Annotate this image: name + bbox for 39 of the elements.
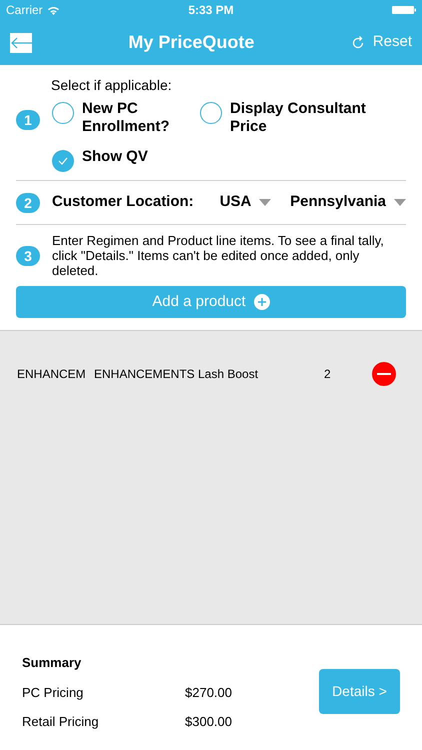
add-product-button[interactable]: Add a product [16, 286, 406, 318]
price-label: PC Pricing [22, 684, 84, 702]
checked-checkbox[interactable] [52, 150, 74, 172]
carrier-label: Carrier [6, 2, 43, 19]
step-number: 3 [16, 246, 40, 266]
checkbox[interactable] [52, 102, 74, 124]
battery-icon [392, 5, 416, 15]
price-label: Retail Pricing [22, 713, 100, 731]
checkmark-icon [58, 157, 68, 165]
refresh-icon [350, 36, 365, 50]
screen-title: My PriceQuote [127, 31, 256, 54]
back-button[interactable] [10, 32, 32, 52]
product-name: ENHANCEMENTS Lash Boost [94, 366, 260, 383]
quantity: 2 [324, 366, 332, 383]
location-label: Customer Location: [52, 192, 195, 212]
section-heading: Select if applicable: [50, 76, 173, 95]
country-dropdown[interactable]: USA [220, 191, 278, 214]
step-number: 2 [16, 192, 40, 212]
option-label: New PC Enrollment? [82, 100, 171, 136]
caret-icon [259, 199, 272, 206]
step-number: 1 [16, 110, 40, 130]
table-cell-text: ENHANCEM [17, 366, 87, 383]
caret-icon [394, 199, 406, 206]
summary-title: Summary [22, 654, 82, 672]
details-button[interactable]: Details > [319, 669, 400, 714]
plus-circle-icon [254, 294, 270, 310]
reset-button[interactable]: Reset [350, 31, 412, 54]
clock-time: 5:33 PM [188, 2, 234, 19]
option-label: Show QV [82, 148, 149, 166]
wifi-icon [46, 5, 60, 15]
back-arrow-icon [10, 36, 32, 48]
minus-icon [377, 373, 391, 375]
price-value: $300.00 [185, 713, 232, 731]
price-value: $270.00 [185, 684, 232, 702]
state-dropdown[interactable]: Pennsylvania [290, 191, 406, 214]
instructions-text: Enter Regimen and Product line items. To see a final tally, click "Details." Items can't be edited once added, only deleted. [52, 233, 385, 278]
checkbox[interactable] [200, 102, 222, 124]
option-label: Display Consultant Price [230, 100, 367, 136]
delete-button[interactable] [372, 362, 396, 386]
